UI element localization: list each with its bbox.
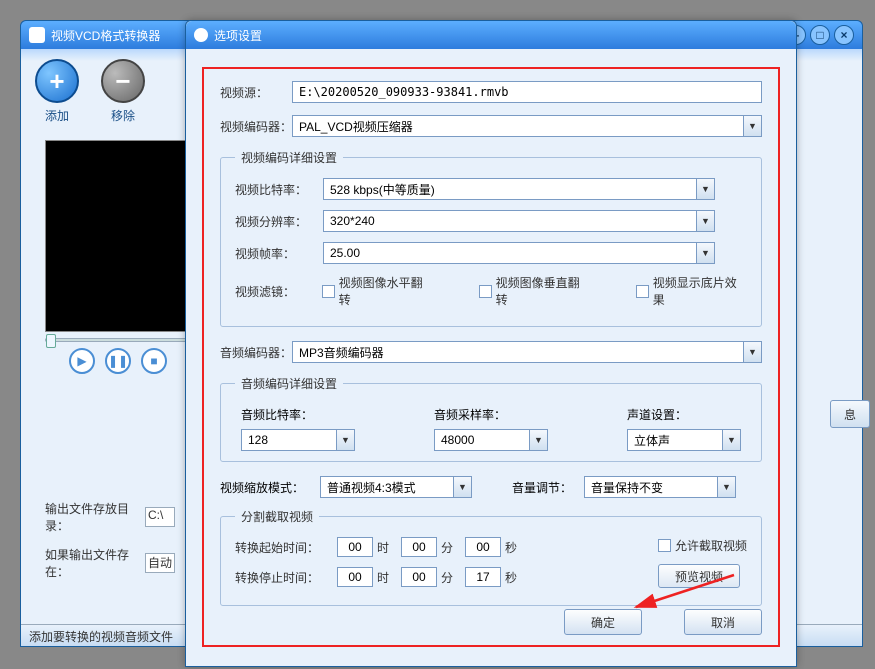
scale-label: 视频缩放模式：: [220, 479, 308, 496]
audio-sample-select[interactable]: 48000▼: [434, 429, 548, 451]
video-fps-label: 视频帧率：: [235, 245, 323, 262]
output-dir-input[interactable]: C:\: [145, 507, 175, 527]
ok-button[interactable]: 确定: [564, 609, 642, 635]
video-bitrate-label: 视频比特率：: [235, 181, 323, 198]
audio-channel-label: 声道设置：: [627, 406, 741, 423]
dialog-icon: [194, 28, 208, 42]
remove-button[interactable]: −: [101, 59, 145, 103]
video-source-label: 视频源：: [220, 84, 292, 101]
audio-detail-legend: 音频编码详细设置: [235, 375, 343, 392]
flip-v-checkbox[interactable]: 视频图像垂直翻转: [479, 274, 590, 308]
audio-bitrate-label: 音频比特率：: [241, 406, 355, 423]
scale-select[interactable]: 普通视频4:3模式▼: [320, 476, 472, 498]
stop-button[interactable]: ■: [141, 348, 167, 374]
close-button[interactable]: ×: [834, 25, 854, 45]
dialog-title: 选项设置: [214, 27, 262, 44]
video-encoder-label: 视频编码器：: [220, 118, 292, 135]
volume-select[interactable]: 音量保持不变▼: [584, 476, 736, 498]
audio-channel-select[interactable]: 立体声▼: [627, 429, 741, 451]
negative-checkbox[interactable]: 视频显示底片效果: [636, 274, 747, 308]
audio-detail-fieldset: 音频编码详细设置 音频比特率： 128▼ 音频采样率： 48000▼ 声道设置：…: [220, 375, 762, 462]
start-min-input[interactable]: 00: [401, 537, 437, 557]
if-exists-label: 如果输出文件存在：: [45, 546, 145, 580]
chevron-down-icon: ▼: [743, 116, 761, 136]
plus-icon: +: [49, 66, 64, 97]
remove-label: 移除: [101, 107, 145, 124]
flip-h-checkbox[interactable]: 视频图像水平翻转: [322, 274, 433, 308]
start-sec-input[interactable]: 00: [465, 537, 501, 557]
seek-slider[interactable]: [45, 338, 191, 342]
audio-encoder-select[interactable]: MP3音频编码器 ▼: [292, 341, 762, 363]
video-preview-box: [45, 140, 191, 332]
stop-time-label: 转换停止时间：: [235, 569, 333, 586]
app-icon: [29, 27, 45, 43]
video-detail-legend: 视频编码详细设置: [235, 149, 343, 166]
add-label: 添加: [35, 107, 79, 124]
chevron-down-icon: ▼: [529, 430, 547, 450]
preview-panel: ▶ ❚❚ ■: [45, 140, 191, 374]
audio-sample-label: 音频采样率：: [434, 406, 548, 423]
chevron-down-icon: ▼: [336, 430, 354, 450]
video-resolution-label: 视频分辨率：: [235, 213, 323, 230]
video-detail-fieldset: 视频编码详细设置 视频比特率： 528 kbps(中等质量)▼ 视频分辨率： 3…: [220, 149, 762, 327]
chevron-down-icon: ▼: [717, 477, 735, 497]
video-source-input[interactable]: E:\20200520_090933-93841.rmvb: [292, 81, 762, 103]
cut-legend: 分割截取视频: [235, 508, 319, 525]
start-time-label: 转换起始时间：: [235, 539, 333, 556]
audio-bitrate-select[interactable]: 128▼: [241, 429, 355, 451]
output-dir-label: 输出文件存放目录：: [45, 500, 145, 534]
maximize-button[interactable]: □: [810, 25, 830, 45]
video-fps-select[interactable]: 25.00▼: [323, 242, 715, 264]
volume-label: 音量调节：: [512, 479, 572, 496]
if-exists-select[interactable]: 自动: [145, 553, 175, 573]
cut-fieldset: 分割截取视频 转换起始时间： 00时 00分 00秒 转换停止时间： 00时 0…: [220, 508, 762, 606]
info-button[interactable]: 息: [830, 400, 870, 428]
start-hour-input[interactable]: 00: [337, 537, 373, 557]
stop-sec-input[interactable]: 17: [465, 567, 501, 587]
cancel-button[interactable]: 取消: [684, 609, 762, 635]
video-encoder-select[interactable]: PAL_VCD视频压缩器 ▼: [292, 115, 762, 137]
highlighted-area: 视频源： E:\20200520_090933-93841.rmvb 视频编码器…: [202, 67, 780, 647]
dialog-titlebar: 选项设置: [186, 21, 796, 49]
chevron-down-icon: ▼: [743, 342, 761, 362]
chevron-down-icon: ▼: [722, 430, 740, 450]
options-dialog: 选项设置 视频源： E:\20200520_090933-93841.rmvb …: [185, 20, 797, 667]
chevron-down-icon: ▼: [453, 477, 471, 497]
stop-min-input[interactable]: 00: [401, 567, 437, 587]
pause-button[interactable]: ❚❚: [105, 348, 131, 374]
video-resolution-select[interactable]: 320*240▼: [323, 210, 715, 232]
audio-encoder-label: 音频编码器：: [220, 344, 292, 361]
chevron-down-icon: ▼: [696, 243, 714, 263]
preview-video-button[interactable]: 预览视频: [658, 564, 740, 588]
output-settings: 输出文件存放目录： C:\ 如果输出文件存在： 自动: [45, 500, 191, 592]
stop-hour-input[interactable]: 00: [337, 567, 373, 587]
minus-icon: −: [115, 66, 130, 97]
allow-cut-checkbox[interactable]: 允许截取视频: [658, 537, 747, 554]
play-button[interactable]: ▶: [69, 348, 95, 374]
main-title: 视频VCD格式转换器: [51, 27, 160, 44]
chevron-down-icon: ▼: [696, 211, 714, 231]
chevron-down-icon: ▼: [696, 179, 714, 199]
video-filter-label: 视频滤镜：: [235, 283, 322, 300]
add-button[interactable]: +: [35, 59, 79, 103]
video-bitrate-select[interactable]: 528 kbps(中等质量)▼: [323, 178, 715, 200]
